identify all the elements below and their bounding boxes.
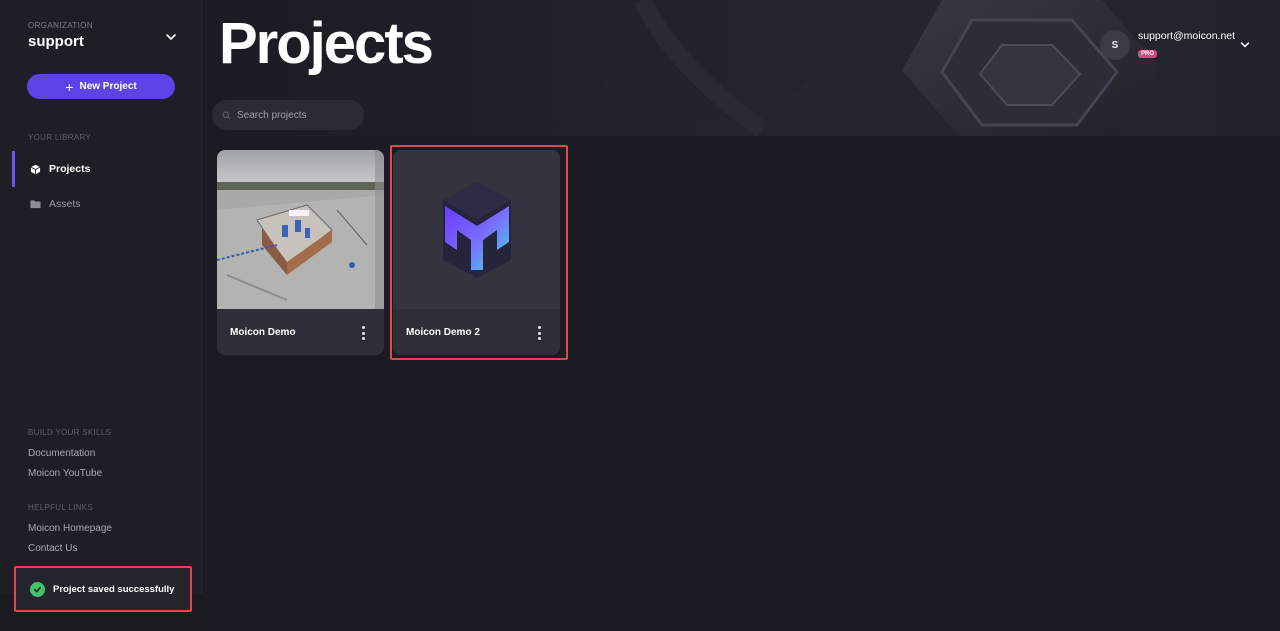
new-project-button[interactable]: + New Project [27,74,175,99]
org-label: ORGANIZATION [28,21,94,30]
documentation-link[interactable]: Documentation [28,448,95,459]
search-box[interactable] [212,100,364,130]
folder-icon [30,200,41,209]
org-name[interactable]: support [28,33,84,50]
sidebar-item-label: Projects [49,163,91,175]
skills-section-label: BUILD YOUR SKILLS [28,428,112,437]
helpful-section-label: HELPFUL LINKS [28,503,93,512]
sidebar-item-label: Assets [49,198,81,210]
sidebar-item-projects[interactable]: Projects [12,151,202,187]
project-title: Moicon Demo [230,326,296,338]
new-project-label: New Project [79,81,137,92]
user-menu[interactable]: S support@moicon.net PRO [1100,30,1250,60]
cube-icon [30,164,41,174]
toast-notification: Project saved successfully [14,566,192,612]
user-email: support@moicon.net [1138,30,1236,42]
scene-screenshot-image [217,150,384,309]
sidebar-item-assets[interactable]: Assets [12,186,202,222]
more-options-icon[interactable] [358,326,368,340]
avatar[interactable]: S [1100,30,1130,60]
sidebar: ORGANIZATION support + New Project YOUR … [0,0,202,631]
youtube-link[interactable]: Moicon YouTube [28,468,102,479]
project-thumbnail [217,150,384,309]
library-section-label: YOUR LIBRARY [28,133,92,142]
toast-message: Project saved successfully [53,583,175,595]
plus-icon: + [65,78,74,95]
selection-highlight [390,145,568,360]
chevron-down-icon[interactable] [164,30,178,44]
check-circle-icon [30,581,45,597]
page-title: Projects [219,11,434,76]
homepage-link[interactable]: Moicon Homepage [28,523,112,534]
contact-link[interactable]: Contact Us [28,543,77,554]
search-icon [222,111,231,119]
search-input[interactable] [237,109,357,121]
main-content: Projects S support@moicon.net PRO [202,0,1280,631]
project-card-footer: Moicon Demo [217,309,384,355]
user-info: support@moicon.net PRO [1138,30,1235,60]
hero-banner: Projects S support@moicon.net PRO [202,0,1280,140]
chevron-down-icon[interactable] [1239,39,1251,51]
pro-badge: PRO [1138,50,1158,58]
project-card[interactable]: Moicon Demo [217,150,384,355]
